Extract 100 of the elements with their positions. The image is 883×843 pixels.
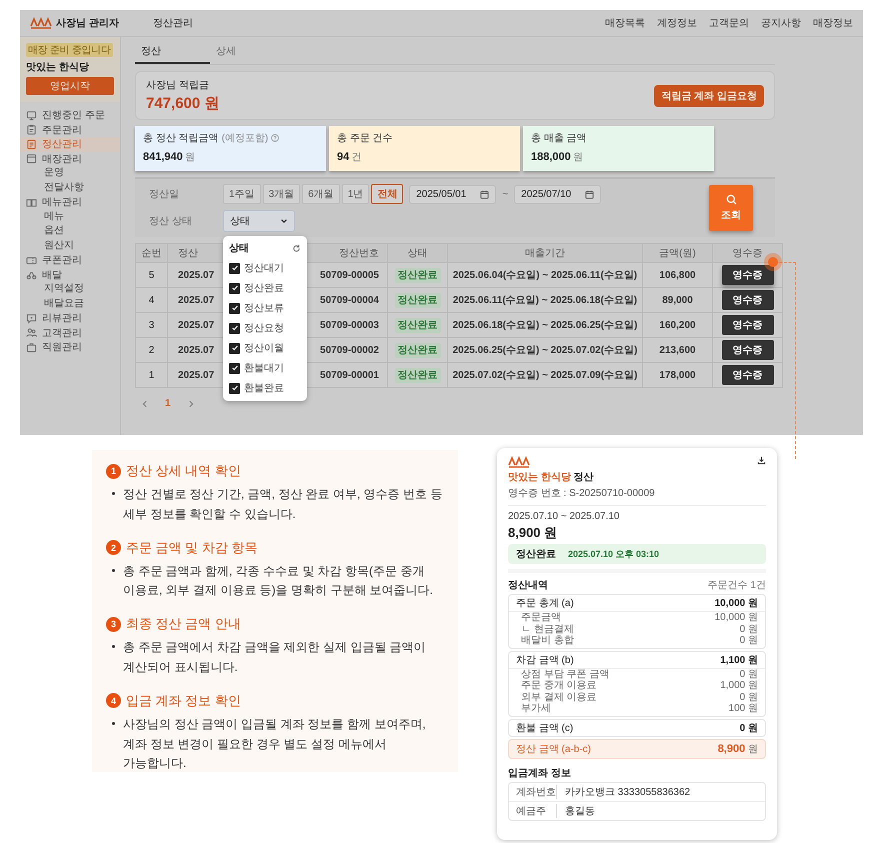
receipt-button[interactable]: 영수증 [722, 265, 774, 285]
tab[interactable]: 상세 [210, 41, 285, 64]
item-value: 10,000 원 [714, 612, 758, 624]
total-unit: 원 [748, 744, 758, 754]
chevron-right-icon[interactable] [186, 400, 195, 408]
nav-link[interactable]: 매장정보 [813, 16, 853, 30]
period-button[interactable]: 1주일 [223, 184, 261, 204]
check-icon [230, 384, 238, 392]
step-number: 1 [106, 464, 121, 478]
stat-unit: 건 [351, 151, 362, 164]
date-field[interactable]: 2025/05/01 [409, 184, 496, 204]
store-name: 맛있는 한식당 [508, 472, 571, 483]
clipboard-icon [26, 124, 37, 136]
scooter-icon [26, 269, 37, 280]
checkbox[interactable] [229, 262, 240, 274]
bullet-icon [112, 645, 115, 648]
section-title: 입금계좌 정보 [508, 766, 572, 780]
sidebar-item[interactable]: 메뉴관리 [20, 195, 120, 210]
monitor-icon [26, 110, 37, 121]
period-button[interactable]: 6개월 [302, 184, 340, 204]
column-header: 매출기간 [448, 244, 642, 262]
sidebar-subitem[interactable]: 지역설정 [20, 282, 120, 296]
status-badge: 정산완료 [394, 293, 440, 308]
status-option[interactable]: 환불완료 [229, 381, 301, 395]
date-field[interactable]: 2025/07/10 [514, 184, 602, 204]
table-cell: 178,000 [642, 362, 712, 388]
sidebar-item[interactable]: 고객관리 [20, 326, 120, 340]
table-cell: 3 [136, 312, 168, 338]
period-button[interactable]: 3개월 [262, 184, 300, 204]
search-icon [726, 194, 736, 205]
stat-unit: 원 [184, 151, 195, 164]
sidebar-item[interactable]: 쿠폰관리 [20, 253, 120, 268]
sidebar-subitem[interactable]: 전달사항 [20, 180, 120, 195]
filter-label: 정산일 [149, 188, 180, 201]
sidebar-subitem[interactable]: 메뉴 [20, 210, 120, 224]
logo-icon [508, 456, 530, 468]
sidebar-subitem[interactable]: 배달요금 [20, 296, 120, 311]
table-cell: 213,600 [642, 338, 712, 362]
tab[interactable]: 정산 [135, 41, 210, 64]
sidebar-item[interactable]: 리뷰관리 [20, 311, 120, 326]
chevron-left-icon[interactable] [141, 400, 149, 408]
table-cell: 2025.06.04(수요일) ~ 2025.06.11(수요일) [448, 262, 642, 288]
status-option[interactable]: 정산대기 [229, 261, 301, 275]
deposit-request-button[interactable]: 적립금 계좌 입금요청 [654, 84, 764, 106]
step-description: 정산 건별로 정산 기간, 금액, 정산 완료 여부, 영수증 번호 등 세부 정보를 확인할 수 있습니다. [123, 486, 444, 523]
checkbox[interactable] [229, 322, 240, 334]
checkbox[interactable] [229, 342, 240, 354]
nav-link[interactable]: 고객문의 [709, 16, 749, 30]
sidebar-item[interactable]: 직원관리 [20, 340, 120, 354]
status-option[interactable]: 정산이월 [229, 341, 301, 355]
ticket-icon [26, 254, 37, 266]
checkbox[interactable] [229, 282, 240, 294]
status-badge: 정산완료 [394, 268, 440, 283]
receipt-button[interactable]: 영수증 [722, 365, 774, 385]
column-header: 금액(원) [642, 244, 712, 262]
period-button[interactable]: 1년 [342, 184, 370, 204]
account-value: 카카오뱅크 3333055836362 [565, 786, 690, 798]
status-option[interactable]: 정산보류 [229, 301, 301, 315]
chat-icon [26, 312, 37, 324]
logo-icon [30, 17, 52, 29]
balance-amount: 747,600 원 [146, 94, 220, 113]
status-option[interactable]: 정산완료 [229, 281, 301, 295]
sidebar-subitem[interactable]: 옵션 [20, 224, 120, 238]
people-icon [26, 327, 37, 338]
item-label: 부가세 [521, 703, 551, 714]
section-title: 정산내역 [508, 579, 548, 592]
checkbox[interactable] [229, 302, 240, 314]
receipt-icon [26, 138, 37, 150]
nav-link[interactable]: 공지사항 [761, 16, 801, 30]
sidebar-item[interactable]: 매장관리 [20, 152, 120, 166]
nav-link[interactable]: 매장목록 [605, 16, 645, 30]
stat-label: 총 주문 건수 [337, 132, 393, 145]
status-option[interactable]: 환불대기 [229, 361, 301, 375]
stat-label: 총 정산 적립금액 [143, 132, 219, 145]
step-description: 사장님의 정산 금액이 입금될 계좌 정보를 함께 보여주며, 계좌 정보 변경이 필요한 경우 별도 설정 메뉴에서 가능합니다. [123, 716, 427, 772]
total-value: 8,900 [718, 742, 746, 754]
nav-link[interactable]: 계정정보 [657, 16, 697, 30]
sidebar-subitem[interactable]: 운영 [20, 166, 120, 180]
sidebar-item[interactable]: 주문관리 [20, 122, 120, 137]
sidebar-item[interactable]: 진행중인 주문 [20, 108, 120, 122]
sidebar-item[interactable]: 배달 [20, 268, 120, 282]
store-name: 맛있는 한식당 [26, 61, 89, 74]
bullet-icon [112, 568, 115, 572]
checkbox[interactable] [229, 362, 240, 374]
table-cell: 1 [136, 362, 168, 388]
reset-icon[interactable] [292, 244, 301, 252]
calendar-icon [480, 190, 490, 198]
open-button[interactable]: 영업시작 [26, 77, 114, 95]
status-select[interactable]: 상태 [223, 210, 295, 232]
table-cell: 160,200 [642, 312, 712, 338]
table-cell: 106,800 [642, 262, 712, 288]
table-cell: 2025.06.18(수요일) ~ 2025.06.25(수요일) [448, 312, 642, 338]
receipt-button[interactable]: 영수증 [722, 340, 774, 360]
checkbox[interactable] [229, 382, 240, 394]
sidebar-subitem[interactable]: 원산지 [20, 238, 120, 253]
download-icon[interactable] [757, 456, 766, 465]
status-option[interactable]: 정산요청 [229, 321, 301, 335]
receipt-button[interactable]: 영수증 [722, 290, 774, 310]
item-label: 상점 부담 쿠폰 금액 [521, 668, 610, 680]
receipt-button[interactable]: 영수증 [722, 315, 774, 335]
